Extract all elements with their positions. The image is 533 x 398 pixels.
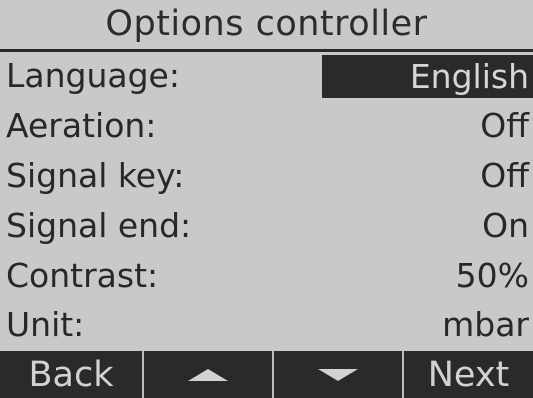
triangle-down-icon: [318, 368, 358, 381]
up-button[interactable]: [144, 351, 272, 398]
option-row-aeration[interactable]: Aeration: Off: [0, 102, 533, 150]
option-row-language[interactable]: Language: English: [0, 52, 533, 100]
option-label-aeration: Aeration:: [6, 106, 157, 145]
triangle-up-icon: [188, 368, 228, 381]
option-row-signal-end[interactable]: Signal end: On: [0, 202, 533, 250]
softkey-bar: Back Next: [0, 351, 533, 398]
option-row-contrast[interactable]: Contrast: 50%: [0, 252, 533, 300]
next-button[interactable]: Next: [404, 351, 533, 398]
page-title: Options controller: [105, 4, 428, 44]
option-label-signal-key: Signal key:: [6, 156, 185, 195]
down-button[interactable]: [274, 351, 402, 398]
option-label-signal-end: Signal end:: [6, 206, 192, 245]
option-value-contrast[interactable]: 50%: [456, 252, 529, 300]
back-button[interactable]: Back: [0, 351, 142, 398]
option-row-unit[interactable]: Unit: mbar: [0, 301, 533, 349]
option-value-signal-end[interactable]: On: [482, 202, 529, 250]
options-controller-screen: Options controller Language: English Aer…: [0, 0, 533, 398]
option-label-unit: Unit:: [6, 305, 85, 344]
option-row-signal-key[interactable]: Signal key: Off: [0, 152, 533, 200]
option-label-contrast: Contrast:: [6, 256, 159, 295]
option-value-aeration[interactable]: Off: [480, 102, 529, 150]
option-label-language: Language:: [6, 56, 180, 95]
option-value-unit[interactable]: mbar: [442, 301, 529, 349]
option-value-signal-key[interactable]: Off: [480, 152, 529, 200]
option-value-language[interactable]: English: [322, 55, 533, 98]
